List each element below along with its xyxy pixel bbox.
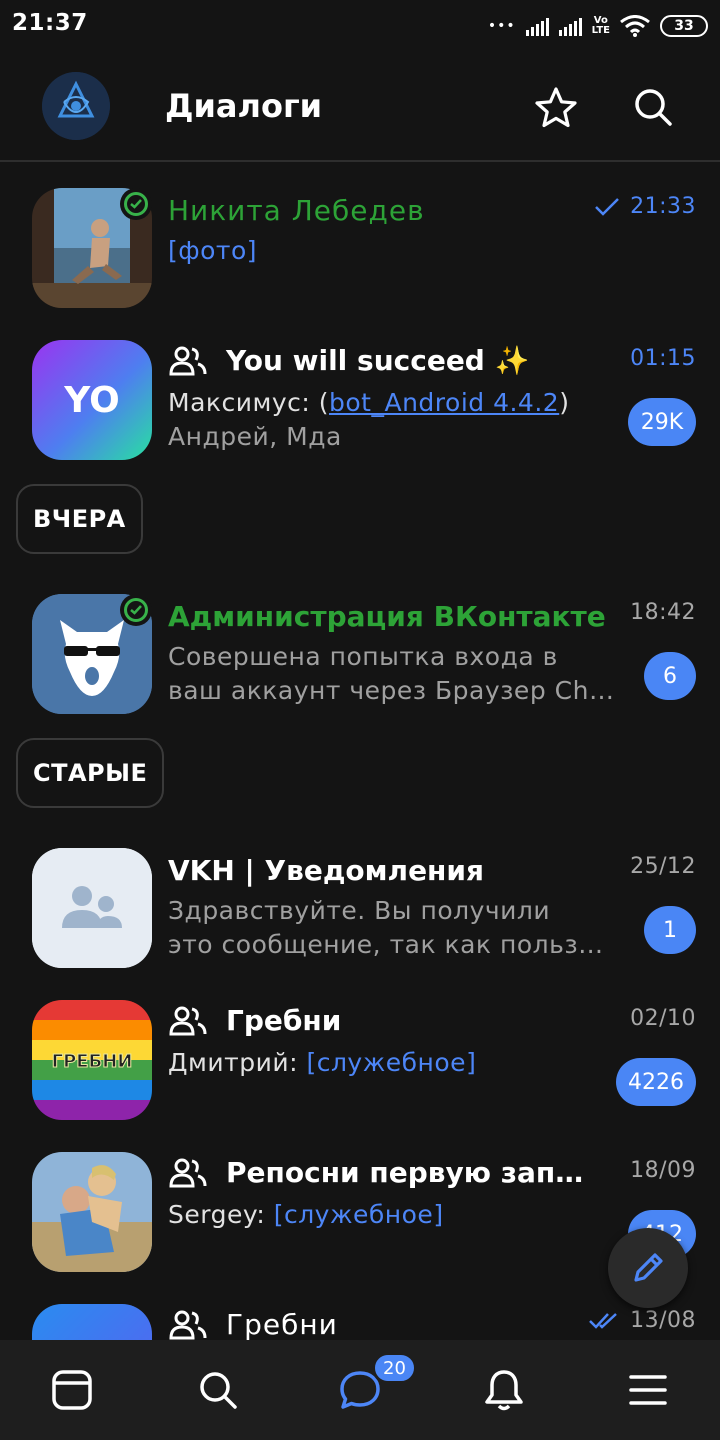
dialog-time: 18:42	[630, 600, 696, 625]
read-check-icon	[595, 197, 619, 216]
notifications-icon[interactable]	[482, 1368, 526, 1412]
dialog-name: Гребни	[168, 1308, 338, 1340]
dialog-row-vkh[interactable]: VKH | Уведомления Здравствуйте. Вы получ…	[0, 830, 720, 980]
more-dots: •••	[487, 18, 516, 34]
unread-badge: 29K	[628, 398, 696, 446]
dialog-preview: Дмитрий: [служебное]	[168, 1048, 477, 1077]
dialog-preview: [фото]	[168, 236, 258, 265]
bot-link: bot_Android 4.4.2	[329, 388, 560, 417]
favorites-star-icon[interactable]	[533, 85, 579, 131]
online-indicator	[120, 188, 152, 220]
dialog-time: 18/09	[630, 1158, 696, 1183]
dialog-row-grebni[interactable]: ГРЕБНИ Гребни Дмитрий: [служебное] 02/10…	[0, 982, 720, 1132]
dialog-name: Никита Лебедев	[168, 194, 425, 227]
group-chat-icon	[169, 1310, 207, 1339]
search-icon[interactable]	[631, 85, 675, 129]
profile-avatar[interactable]	[42, 72, 110, 140]
group-chat-icon	[169, 346, 207, 375]
status-icons: ••• Vo LTE 33	[488, 12, 708, 40]
dialog-name: Гребни	[168, 1004, 341, 1037]
avatar	[32, 1152, 152, 1272]
online-indicator	[120, 594, 152, 626]
signal-icon-1	[525, 16, 549, 36]
group-chat-icon	[169, 1158, 207, 1187]
search-icon[interactable]	[196, 1368, 240, 1412]
dialog-preview: Максимус: (bot_Android 4.4.2)	[168, 388, 570, 417]
avatar: YO	[32, 340, 152, 460]
menu-icon[interactable]	[626, 1368, 670, 1412]
dialog-row-grebni-2[interactable]: Гребни 13/08	[0, 1286, 720, 1340]
dialog-name: Репосни первую запись	[168, 1156, 596, 1189]
dialog-preview-line2: это сообщение, так как пользуетесь	[168, 930, 616, 959]
dialog-preview-line2: Андрей, Мда	[168, 422, 342, 451]
dialog-time: 01:15	[630, 346, 696, 371]
avatar	[32, 848, 152, 968]
page-title: Диалоги	[165, 87, 323, 125]
dialog-name: Администрация ВКонтакте	[168, 600, 606, 633]
unread-badge: 6	[644, 652, 696, 700]
dialog-time: 21:33	[594, 194, 696, 219]
compose-button[interactable]	[608, 1228, 688, 1308]
bottom-nav	[0, 1340, 720, 1440]
double-check-icon	[589, 1312, 617, 1329]
avatar	[32, 1304, 152, 1340]
svg-text:ГРЕБНИ: ГРЕБНИ	[52, 1051, 133, 1072]
signal-icon-2	[558, 16, 582, 36]
unread-badge: 1	[644, 906, 696, 954]
dialog-time: 02/10	[630, 1006, 696, 1031]
section-older: СТАРЫЕ	[16, 738, 165, 808]
group-chat-icon	[169, 1006, 207, 1035]
dialog-time: 25/12	[630, 854, 696, 879]
app-header: Диалоги	[0, 52, 720, 162]
dialog-row-you-will-succeed[interactable]: YO You will succeed ✨ Максимус: (bot_And…	[0, 322, 720, 472]
dialog-preview: Здравствуйте. Вы получили	[168, 896, 551, 925]
status-bar: 21:37 ••• Vo LTE 33	[0, 0, 720, 52]
pencil-icon	[634, 1253, 663, 1282]
messages-badge: 20	[372, 1352, 417, 1384]
dialog-preview: Совершена попытка входа в	[168, 642, 558, 671]
dialog-name: You will succeed ✨	[168, 344, 529, 377]
dialog-row-vk-admin[interactable]: Администрация ВКонтакте Совершена попытк…	[0, 576, 720, 726]
unread-badge: 4226	[616, 1058, 696, 1106]
wifi-icon	[620, 15, 650, 37]
status-time: 21:37	[12, 10, 88, 36]
dialog-name: VKH | Уведомления	[168, 854, 484, 887]
volte-icon: Vo LTE	[591, 15, 610, 36]
dialog-time: 13/08	[588, 1308, 696, 1333]
dialog-preview: Sergey: [служебное]	[168, 1200, 444, 1229]
dialog-preview-line2: ваш аккаунт через Браузер Chrome	[168, 676, 616, 705]
dialog-row-nikita[interactable]: Никита Лебедев [фото] 21:33	[0, 170, 720, 320]
section-yesterday: ВЧЕРА	[16, 484, 143, 554]
feed-icon[interactable]	[50, 1368, 94, 1412]
battery-icon: 33	[660, 15, 708, 37]
avatar: ГРЕБНИ	[32, 1000, 152, 1120]
